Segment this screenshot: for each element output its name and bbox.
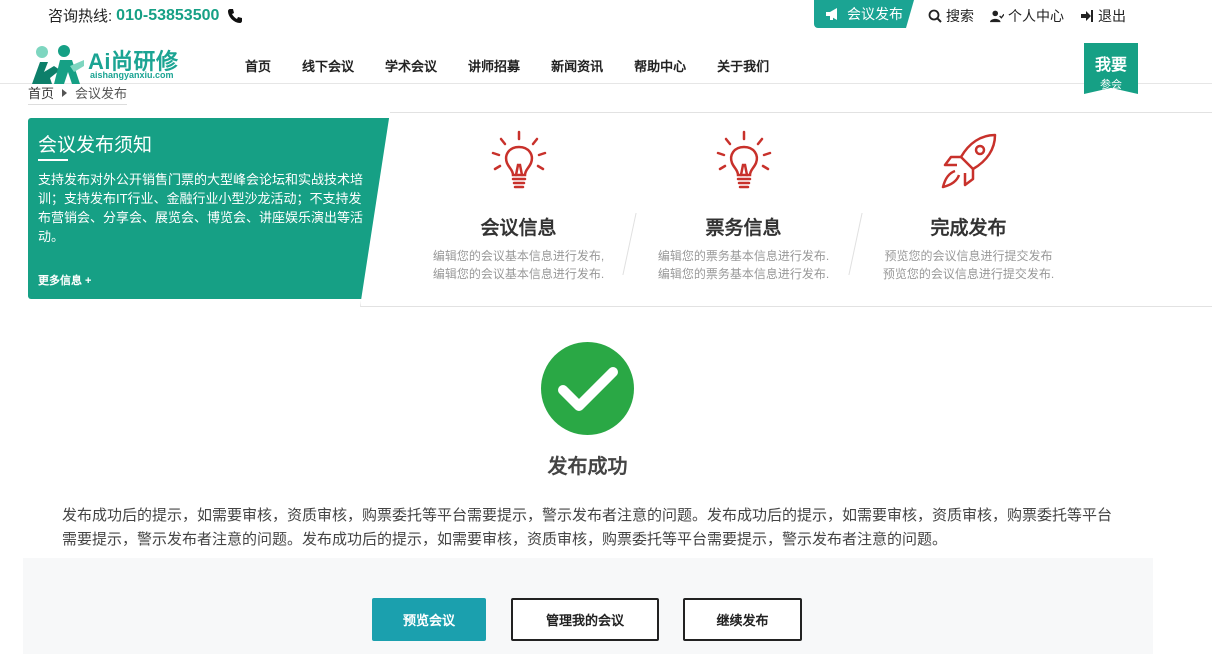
nav-item-help-center[interactable]: 帮助中心 xyxy=(634,56,686,75)
rocket-icon xyxy=(941,133,996,189)
user-center-link[interactable]: 个人中心 xyxy=(990,6,1064,26)
phone-icon xyxy=(228,8,243,23)
megaphone-icon xyxy=(826,8,837,20)
user-icon xyxy=(990,10,1004,23)
site-logo[interactable]: Ai尚研修 aishangyanxiu.com xyxy=(30,44,190,86)
success-message: 发布成功后的提示，如需要审核，资质审核，购票委托等平台需要提示，警示发布者注意的… xyxy=(62,507,1113,548)
hotline-number: 010-53853500 xyxy=(116,6,220,24)
step-title: 完成发布 xyxy=(930,218,1007,239)
breadcrumb-home[interactable]: 首页 xyxy=(28,83,54,102)
preview-meeting-button[interactable]: 预览会议 xyxy=(372,598,486,641)
nav-item-news[interactable]: 新闻资讯 xyxy=(551,56,603,75)
logout-link[interactable]: 退出 xyxy=(1080,6,1126,26)
join-meeting-line1: 我要 xyxy=(1094,57,1127,74)
step-description-line: 编辑您的票务基本信息进行发布. xyxy=(657,267,830,281)
step-description-line: 预览您的会议信息进行提交发布 xyxy=(884,249,1053,263)
nav-menu: 首页 线下会议 学术会议 讲师招募 新闻资讯 帮助中心 关于我们 xyxy=(245,56,800,75)
top-bar: 咨询热线: 010-53853500 会议发布 搜索 个人中心 退出 xyxy=(0,0,1212,30)
success-check-icon xyxy=(541,342,634,435)
search-link[interactable]: 搜索 xyxy=(928,6,974,26)
step-description: 编辑您的票务基本信息进行发布. 编辑您的票务基本信息进行发布. xyxy=(631,247,856,283)
hotline-label: 咨询热线: xyxy=(48,8,113,25)
join-meeting-line2: 参会 xyxy=(1100,79,1122,91)
step-description-line: 编辑您的票务基本信息进行发布. xyxy=(657,249,830,263)
logout-icon xyxy=(1081,10,1093,22)
manage-my-meetings-button[interactable]: 管理我的会议 xyxy=(511,598,659,641)
logout-label: 退出 xyxy=(1098,8,1126,24)
notice-body: 支持发布对外公开销售门票的大型峰会论坛和实战技术培训；支持发布IT行业、金融行业… xyxy=(38,172,364,244)
publish-meeting-label: 会议发布 xyxy=(847,6,903,22)
step-description-line: 预览您的会议信息进行提交发布. xyxy=(882,267,1055,281)
notice-title-underline xyxy=(38,159,68,161)
top-links: 搜索 个人中心 退出 xyxy=(928,6,1126,26)
publish-notice-panel: 会议发布须知 支持发布对外公开销售门票的大型峰会论坛和实战技术培训；支持发布IT… xyxy=(28,118,393,299)
search-link-label: 搜索 xyxy=(946,8,974,24)
action-bar: 预览会议 管理我的会议 继续发布 xyxy=(23,558,1153,654)
step-description-line: 编辑您的会议基本信息进行发布. xyxy=(432,267,605,281)
logo-domain: aishangyanxiu.com xyxy=(90,70,174,80)
step-description: 编辑您的会议基本信息进行发布, 编辑您的会议基本信息进行发布. xyxy=(406,247,631,283)
breadcrumb: 首页 会议发布 xyxy=(28,83,128,105)
nav-item-about-us[interactable]: 关于我们 xyxy=(717,56,769,75)
step-title: 会议信息 xyxy=(480,218,557,239)
hotline: 咨询热线: 010-53853500 xyxy=(48,5,243,26)
notice-title: 会议发布须知 xyxy=(38,135,153,156)
publish-meeting-tab[interactable]: 会议发布 xyxy=(814,0,914,28)
user-center-label: 个人中心 xyxy=(1008,8,1064,24)
nav-item-lecturer-recruitment[interactable]: 讲师招募 xyxy=(468,56,520,75)
continue-publish-button[interactable]: 继续发布 xyxy=(683,598,802,641)
nav-item-home[interactable]: 首页 xyxy=(245,56,271,75)
lightbulb-icon xyxy=(491,130,546,189)
main-navbar: Ai尚研修 aishangyanxiu.com 首页 线下会议 学术会议 讲师招… xyxy=(0,30,1212,94)
join-meeting-button[interactable]: 我要 参会 xyxy=(1084,43,1138,94)
step-description-line: 编辑您的会议基本信息进行发布, xyxy=(432,249,605,263)
more-info-link[interactable]: 更多信息 + xyxy=(38,272,91,288)
breadcrumb-arrow-icon xyxy=(62,88,68,97)
step-title: 票务信息 xyxy=(705,218,782,239)
search-icon xyxy=(928,9,942,23)
breadcrumb-current: 会议发布 xyxy=(75,86,128,101)
nav-item-academic-meetings[interactable]: 学术会议 xyxy=(385,56,437,75)
lightbulb-icon xyxy=(716,130,771,189)
logo-figures-icon xyxy=(32,45,84,84)
nav-item-offline-meetings[interactable]: 线下会议 xyxy=(302,56,354,75)
success-title: 发布成功 xyxy=(547,456,628,478)
publish-steps-panel: 会议信息 编辑您的会议基本信息进行发布, 编辑您的会议基本信息进行发布. 票务信… xyxy=(360,112,1212,307)
step-description: 预览您的会议信息进行提交发布 预览您的会议信息进行提交发布. xyxy=(856,247,1081,283)
